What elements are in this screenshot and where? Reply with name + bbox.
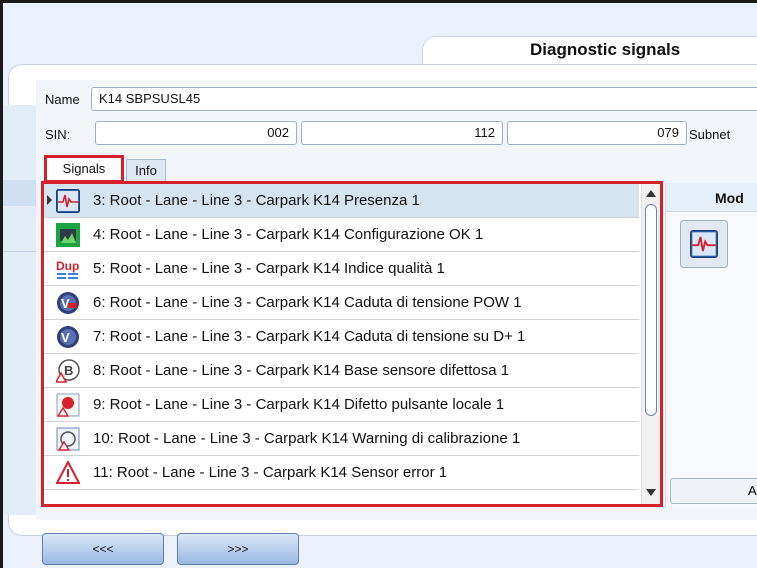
svg-text:V: V: [61, 330, 70, 345]
signal-label: 3: Root - Lane - Line 3 - Carpark K14 Pr…: [93, 192, 420, 209]
dup-quality-icon: Dup: [56, 259, 79, 279]
apply-button[interactable]: Ap: [670, 478, 757, 504]
scroll-down-arrow-icon[interactable]: [646, 489, 656, 496]
name-label: Name: [45, 92, 80, 107]
signal-label: 10: Root - Lane - Line 3 - Carpark K14 W…: [93, 430, 521, 447]
signal-row[interactable]: 3: Root - Lane - Line 3 - Carpark K14 Pr…: [44, 184, 639, 218]
left-navigation-strip: [3, 105, 39, 515]
mode-label: Mod: [715, 190, 744, 206]
sin-field-1[interactable]: 002: [95, 121, 297, 145]
tab-info[interactable]: Info: [126, 159, 166, 183]
signals-scrollbar[interactable]: [641, 184, 660, 504]
mode-button[interactable]: [680, 220, 728, 268]
signal-row[interactable]: 10: Root - Lane - Line 3 - Carpark K14 W…: [44, 422, 639, 456]
signal-row[interactable]: B 8: Root - Lane - Line 3 - Carpark K14 …: [44, 354, 639, 388]
signal-row[interactable]: 9: Root - Lane - Line 3 - Carpark K14 Di…: [44, 388, 639, 422]
left-strip-divider: [3, 251, 38, 252]
sin-field-2[interactable]: 112: [301, 121, 503, 145]
signal-label: 9: Root - Lane - Line 3 - Carpark K14 Di…: [93, 396, 505, 413]
tab-signals[interactable]: Signals: [44, 155, 124, 183]
subnet-label: Subnet: [689, 127, 731, 142]
presence-signal-icon: [690, 230, 718, 258]
scroll-up-arrow-icon[interactable]: [646, 190, 656, 197]
page-title: Diagnostic signals: [530, 40, 681, 59]
svg-text:B: B: [64, 363, 73, 378]
signal-label: 11: Root - Lane - Line 3 - Carpark K14 S…: [93, 464, 448, 481]
signal-row[interactable]: Dup 5: Root - Lane - Line 3 - Carpark K1…: [44, 252, 639, 286]
name-field[interactable]: K14 SBPSUSL45: [91, 87, 757, 111]
row-pointer-icon: [47, 195, 52, 205]
previous-button[interactable]: <<<: [42, 533, 164, 565]
next-button[interactable]: >>>: [177, 533, 299, 565]
signal-label: 7: Root - Lane - Line 3 - Carpark K14 Ca…: [93, 328, 526, 345]
presence-signal-icon: [56, 189, 80, 213]
signal-label: 4: Root - Lane - Line 3 - Carpark K14 Co…: [93, 226, 484, 243]
signal-label: 6: Root - Lane - Line 3 - Carpark K14 Ca…: [93, 294, 522, 311]
sin-field-3[interactable]: 079: [507, 121, 687, 145]
left-strip-selected-item[interactable]: [3, 180, 38, 206]
voltage-dup-icon: V: [57, 326, 79, 348]
sensor-base-warning-icon: B: [56, 359, 80, 383]
signal-row[interactable]: 4: Root - Lane - Line 3 - Carpark K14 Co…: [44, 218, 639, 252]
calibration-warning-icon: [56, 427, 80, 451]
warning-triangle-icon: [56, 461, 80, 484]
sin-label: SIN:: [45, 127, 71, 142]
signal-row[interactable]: 11: Root - Lane - Line 3 - Carpark K14 S…: [44, 456, 639, 490]
svg-text:Dup: Dup: [56, 259, 79, 273]
signal-label: 8: Root - Lane - Line 3 - Carpark K14 Ba…: [93, 362, 510, 379]
configuration-ok-icon: [56, 223, 80, 247]
signal-label: 5: Root - Lane - Line 3 - Carpark K14 In…: [93, 260, 445, 277]
local-button-fault-icon: [56, 393, 80, 417]
signal-row[interactable]: V 6: Root - Lane - Line 3 - Carpark K14 …: [44, 286, 639, 320]
voltage-pow-icon: V: [57, 292, 79, 314]
scroll-thumb[interactable]: [645, 204, 657, 416]
signal-row[interactable]: V 7: Root - Lane - Line 3 - Carpark K14 …: [44, 320, 639, 354]
signals-list: 3: Root - Lane - Line 3 - Carpark K14 Pr…: [41, 181, 663, 507]
